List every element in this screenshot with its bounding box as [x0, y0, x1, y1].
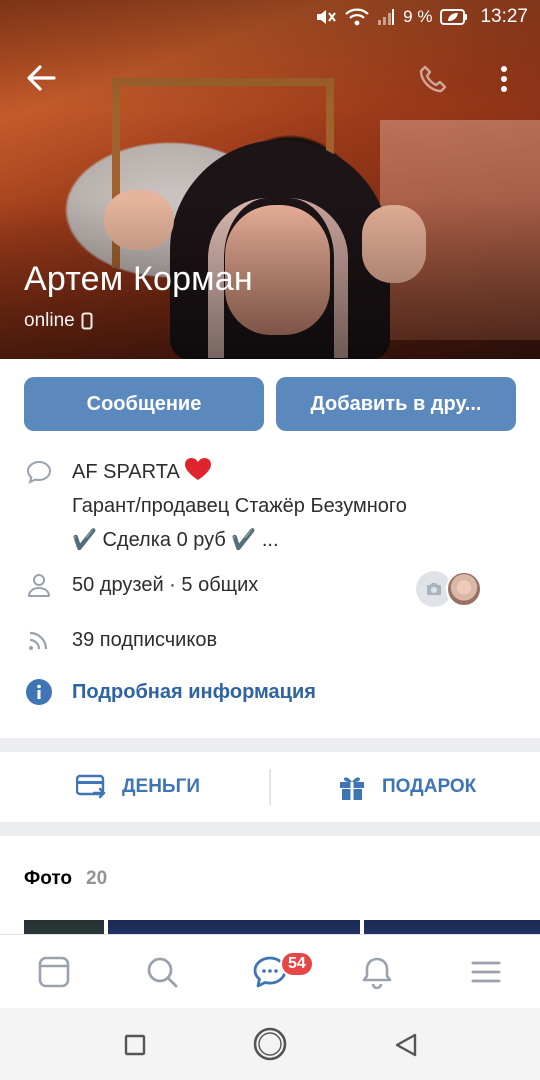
mute-icon: [315, 7, 337, 27]
rss-icon: [26, 627, 52, 653]
profile-info-card: Сообщение Добавить в дру... AF SPARTA Га…: [0, 359, 540, 738]
search-icon: [147, 957, 178, 988]
home-button[interactable]: [252, 1026, 288, 1067]
heart-icon: [185, 458, 212, 480]
user-icon: [26, 572, 52, 598]
followers-count: 39 подписчиков: [72, 629, 218, 651]
message-button[interactable]: Сообщение: [24, 377, 264, 431]
photos-section: Фото 20: [0, 836, 540, 946]
mobile-device-icon: [81, 312, 93, 330]
bell-icon: [362, 957, 392, 990]
photos-title[interactable]: Фото: [24, 868, 72, 890]
money-label: ДЕНЬГИ: [122, 776, 201, 797]
more-vertical-icon: [501, 66, 507, 92]
phone-icon: [419, 65, 447, 93]
profile-name: Артем Корман: [24, 260, 253, 298]
gift-button[interactable]: ПОДАРОК: [338, 752, 476, 822]
mutual-friends-avatars[interactable]: [416, 571, 486, 607]
system-navigation-bar: [0, 1008, 540, 1080]
triangle-back-icon: [395, 1033, 417, 1057]
status-bar: 9 % 13:27: [0, 0, 540, 36]
battery-saver-icon: [440, 8, 468, 26]
tab-menu[interactable]: [469, 955, 503, 989]
signal-icon: [377, 8, 395, 26]
gift-icon: [340, 777, 364, 800]
profile-cover[interactable]: [0, 0, 540, 359]
battery-percent: 9 %: [403, 7, 433, 26]
money-transfer-icon: [76, 774, 106, 799]
friend-avatar: [446, 571, 482, 607]
hamburger-menu-icon: [471, 961, 501, 983]
clock: 13:27: [480, 6, 528, 27]
wifi-icon: [345, 8, 369, 26]
actions-divider: [269, 769, 271, 805]
arrow-left-icon: [27, 65, 56, 91]
status-line-1: AF SPARTA: [72, 455, 212, 489]
more-menu-button[interactable]: [496, 64, 512, 94]
status-line-2: Гарант/продавец Стажёр Безумного: [72, 495, 407, 517]
back-nav-button[interactable]: [394, 1032, 418, 1063]
camera-icon: [427, 583, 441, 595]
recents-button[interactable]: [124, 1034, 146, 1061]
speech-bubble-icon: [26, 459, 52, 485]
details-link[interactable]: Подробная информация: [72, 675, 316, 709]
money-button[interactable]: ДЕНЬГИ: [76, 752, 200, 822]
quick-actions-card: ДЕНЬГИ ПОДАРОК: [0, 752, 540, 822]
friends-count: 50 друзей · 5 общих: [72, 574, 259, 596]
tab-notifications[interactable]: [360, 955, 394, 990]
newsfeed-icon: [38, 956, 70, 988]
add-friend-button[interactable]: Добавить в дру...: [276, 377, 516, 431]
online-label: online: [24, 310, 75, 331]
circle-icon: [253, 1027, 287, 1061]
info-icon: [26, 679, 52, 705]
tab-news[interactable]: [37, 955, 71, 989]
online-status: online: [24, 310, 93, 332]
photos-count: 20: [86, 868, 108, 889]
messages-badge: 54: [280, 951, 314, 977]
bottom-tab-bar: 54: [0, 934, 540, 1008]
tab-search[interactable]: [145, 955, 179, 989]
call-button[interactable]: [418, 64, 448, 94]
status-line-3: ✔️ Сделка 0 руб ✔️ ...: [72, 529, 279, 551]
gift-label: ПОДАРОК: [382, 776, 477, 797]
square-icon: [124, 1034, 146, 1056]
back-button[interactable]: [24, 62, 60, 94]
cover-shade: [0, 0, 540, 359]
